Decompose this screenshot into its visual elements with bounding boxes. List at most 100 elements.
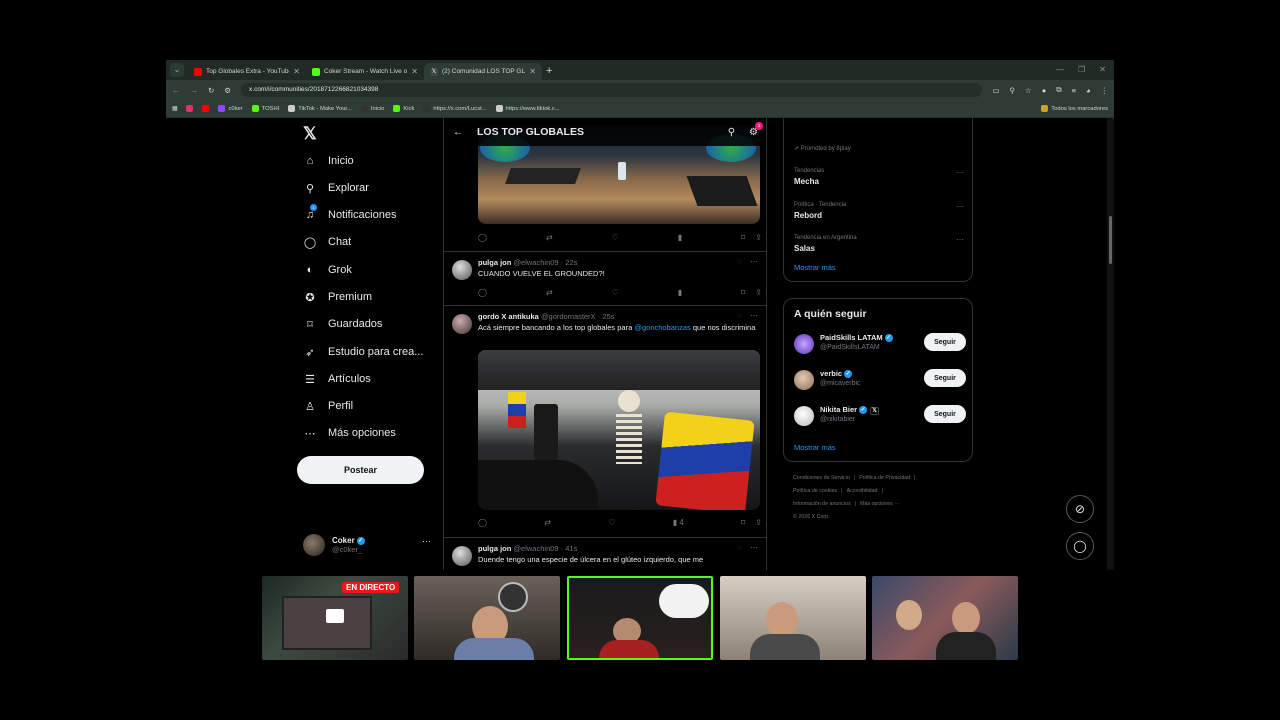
show-more-trends-link[interactable]: Mostrar más [794,263,836,272]
page-scrollbar[interactable] [1107,118,1114,570]
bookmark-youtube[interactable] [202,105,210,112]
footer-link[interactable]: Accesibilidad [847,488,878,494]
nav-item-artículos[interactable]: ☰ Artículos [303,372,371,386]
tab-x-community[interactable]: 𝕏 (2) Comunidad LOS TOP GLOB ✕ [424,63,542,80]
grok-icon[interactable]: ◌ [737,311,742,320]
tab-kick[interactable]: Coker Stream - Watch Live on ✕ [306,63,424,80]
share-icon[interactable]: ⇪ [755,233,762,242]
trend-item[interactable]: Política · Tendencia Rebord ⋯ [794,202,964,220]
stream-thumbnail-active[interactable] [567,576,713,660]
follow-button[interactable]: Seguir [924,369,966,387]
nav-item-guardados[interactable]: ⌑ Guardados [303,317,382,331]
avatar[interactable] [794,370,814,390]
tweet-image-skeleton[interactable] [478,350,760,510]
site-info-icon[interactable]: ⚙ [224,86,231,95]
more-icon[interactable]: ⋯ [956,168,964,177]
like-icon[interactable]: ♡ [612,233,619,242]
nav-item-grok[interactable]: ◐ Grok [303,263,352,277]
new-tab-button[interactable]: + [546,65,552,77]
reply-icon[interactable]: ◯ [478,518,487,527]
settings-gear-icon[interactable]: ⚙ 1 [749,121,763,138]
suggested-user[interactable]: verbic ✓ @micaverbic Seguir [794,367,966,393]
like-icon[interactable]: ♡ [608,518,615,527]
back-arrow-icon[interactable]: ← [453,127,463,138]
stream-thumbnail[interactable] [414,576,560,660]
menu-icon[interactable]: ⋮ [1101,86,1109,95]
nav-item-premium[interactable]: ✪ Premium [303,290,372,304]
more-icon[interactable]: ⋯ [750,257,758,266]
tweet-time[interactable]: 25s [602,312,614,321]
footer-link[interactable]: Política de Privacidad [859,475,910,481]
chat-float-button[interactable]: ◯ [1066,532,1094,560]
reply-icon[interactable]: ◯ [478,233,487,242]
bookmark-toshi[interactable]: TOSHI [251,105,279,112]
all-bookmarks[interactable]: Todos los marcadores [1041,105,1108,112]
bookmark-kick[interactable]: Kick [393,105,414,112]
profile-avatar-icon[interactable]: ◕ [1086,86,1091,95]
nav-item-chat[interactable]: ◯ Chat [303,235,351,249]
share-icon[interactable]: ⇪ [755,288,762,297]
tweet-card[interactable]: pulga jon @elwachin09 · 41s ◌ ⋯ Duende te… [444,538,766,570]
more-icon[interactable]: ⋯ [750,311,758,320]
forward-icon[interactable]: → [190,86,198,95]
grok-icon[interactable]: ◌ [737,543,742,552]
suggested-user[interactable]: Nikita Bier ✓ 𝕏 @nikitabier Seguir [794,403,966,429]
stream-thumbnail[interactable] [720,576,866,660]
zoom-icon[interactable]: ⚲ [1009,86,1015,95]
views-icon[interactable]: ▮ [678,233,682,242]
follow-button[interactable]: Seguir [924,333,966,351]
avatar[interactable] [452,260,472,280]
scrollbar-thumb[interactable] [1109,216,1112,264]
like-icon[interactable]: ♡ [612,288,619,297]
trend-item[interactable]: Tendencias Mecha ⋯ [794,168,964,186]
tweet-time[interactable]: 41s [565,544,577,553]
footer-link[interactable]: Condiciones de Servicio [793,475,850,481]
tweet-author-name[interactable]: gordo X antikuka [478,312,539,321]
tweet-card[interactable]: pulga jon @elwachin09 · 22s ◌ ⋯ CUANDO VU… [444,252,766,306]
avatar[interactable] [794,406,814,426]
tweet-card[interactable]: gordo X antikuka @gordomasterX · 25s ◌ ⋯ … [444,306,766,538]
footer-link[interactable]: Política de cookies [793,488,837,494]
grok-icon[interactable]: ◌ [737,257,742,266]
repost-icon[interactable]: ⇄ [546,288,553,297]
close-tab-icon[interactable]: ✕ [293,67,300,76]
avatar[interactable] [452,314,472,334]
search-icon[interactable]: ⚲ [728,127,735,138]
tweet-author-handle[interactable]: @gordomasterX [541,312,596,321]
avatar[interactable] [794,334,814,354]
close-window-icon[interactable]: ✕ [1099,65,1106,74]
more-icon[interactable]: ⋯ [956,235,964,244]
apps-icon[interactable]: ▦ [172,106,177,112]
trend-item[interactable]: Tendencia en Argentina Salas ⋯ [794,235,964,253]
close-tab-icon[interactable]: ✕ [529,67,536,76]
bookmark-tiktok-url[interactable]: https://www.tiktok.c... [495,105,560,112]
tweet-time[interactable]: 22s [565,258,577,267]
minimize-icon[interactable]: — [1056,65,1064,74]
more-icon[interactable]: ⋯ [422,536,431,547]
tab-youtube[interactable]: Top Globales Extra - YouTube ✕ [188,63,306,80]
more-icon[interactable]: ⋯ [956,202,964,211]
nav-item-inicio[interactable]: ⌂ Inicio [303,154,354,168]
nav-item-más-opciones[interactable]: ⋯ Más opciones [303,426,396,440]
footer-link[interactable]: Información de anuncios [793,501,851,507]
bookmark-x-lucst[interactable]: https://x.com/Lucst... [423,105,487,112]
restore-icon[interactable]: ❐ [1078,65,1085,74]
nav-item-notificaciones[interactable]: ♫ 1 Notificaciones [303,204,396,222]
bookmark-inicio[interactable]: Inicio [360,105,384,112]
bookmark-icon[interactable]: ⌑ [741,233,745,242]
views-icon[interactable]: ▮ 4 [673,518,684,527]
repost-icon[interactable]: ⇄ [546,233,553,242]
nav-item-perfil[interactable]: ♙ Perfil [303,399,353,413]
media-icon[interactable]: ≡ [1072,86,1076,95]
puzzle-icon[interactable]: ⧉ [1056,85,1061,95]
tweet-author-name[interactable]: pulga jon [478,544,511,553]
extension-icon[interactable]: ● [1042,86,1047,95]
nav-item-explorar[interactable]: ⚲ Explorar [303,181,369,195]
suggested-user[interactable]: PaidSkills LATAM ✓ @PaidSkillsLATAM Segui… [794,331,966,357]
stream-thumbnail[interactable] [872,576,1018,660]
mention-link[interactable]: @gonchobanzas [634,323,690,332]
x-logo[interactable]: 𝕏 [303,124,317,144]
bookmark-icon[interactable]: ⌑ [741,288,745,297]
tweet-author-name[interactable]: pulga jon [478,258,511,267]
tab-search-button[interactable]: ⌄ [170,63,184,77]
